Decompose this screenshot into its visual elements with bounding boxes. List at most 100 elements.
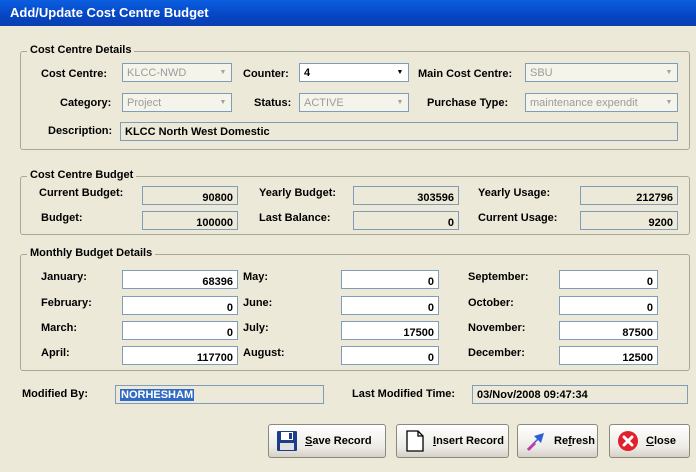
last-balance-label: Last Balance: [259, 212, 331, 224]
current-usage-label: Current Usage: [478, 212, 558, 224]
september-label: September: [468, 271, 529, 283]
current-usage-value: 9200 [648, 217, 673, 229]
chevron-down-icon: ▼ [665, 69, 673, 76]
february-value: 0 [226, 302, 233, 314]
current-budget-label: Current Budget: [39, 187, 124, 199]
close-label: Close [646, 435, 676, 447]
current-usage-field[interactable]: 9200 [580, 211, 678, 230]
category-value: Project [127, 97, 162, 109]
cost-centre-value: KLCC-NWD [127, 67, 187, 79]
chevron-down-icon: ▼ [219, 99, 227, 106]
status-value: ACTIVE [304, 97, 344, 109]
current-budget-field[interactable]: 90800 [142, 186, 238, 205]
close-button[interactable]: Close [609, 424, 690, 458]
purchase-type-combo[interactable]: maintenance expendit ▼ [525, 93, 678, 112]
march-input[interactable]: 0 [122, 321, 238, 340]
cost-centre-combo[interactable]: KLCC-NWD ▼ [122, 63, 232, 82]
last-balance-field[interactable]: 0 [353, 211, 459, 230]
budget-field[interactable]: 100000 [142, 211, 238, 230]
august-value: 0 [427, 352, 434, 364]
cost-centre-budget-legend: Cost Centre Budget [27, 169, 137, 181]
october-input[interactable]: 0 [559, 296, 658, 315]
last-balance-value: 0 [447, 217, 454, 229]
save-record-label: Save Record [305, 435, 372, 447]
main-cost-centre-label: Main Cost Centre: [418, 68, 513, 80]
january-label: January: [41, 271, 87, 283]
december-label: December: [468, 347, 525, 359]
modified-by-field[interactable]: NORHESHAM [115, 385, 324, 404]
counter-value: 4 [304, 67, 311, 79]
september-input[interactable]: 0 [559, 270, 658, 289]
app-window: Add/Update Cost Centre Budget Cost Centr… [0, 0, 696, 472]
april-label: April: [41, 347, 70, 359]
july-value: 17500 [403, 327, 434, 339]
last-modified-field[interactable]: 03/Nov/2008 09:47:34 [472, 385, 688, 404]
may-input[interactable]: 0 [341, 270, 439, 289]
yearly-budget-field[interactable]: 303596 [353, 186, 459, 205]
counter-label: Counter: [243, 68, 289, 80]
june-label: June: [243, 297, 273, 309]
floppy-disk-icon [277, 431, 297, 451]
purchase-type-label: Purchase Type: [427, 97, 509, 109]
category-label: Category: [60, 97, 112, 109]
april-value: 117700 [196, 352, 233, 364]
save-record-button[interactable]: Save Record [268, 424, 386, 458]
august-input[interactable]: 0 [341, 346, 439, 365]
category-combo[interactable]: Project ▼ [122, 93, 232, 112]
status-combo[interactable]: ACTIVE ▼ [299, 93, 409, 112]
yearly-budget-label: Yearly Budget: [259, 187, 337, 199]
november-label: November: [468, 322, 526, 334]
modified-by-label: Modified By: [22, 388, 88, 400]
yearly-usage-label: Yearly Usage: [478, 187, 551, 199]
insert-record-button[interactable]: Insert Record [396, 424, 509, 458]
insert-record-label: Insert Record [433, 435, 504, 447]
counter-combo[interactable]: 4 ▼ [299, 63, 409, 82]
april-input[interactable]: 117700 [122, 346, 238, 365]
yearly-usage-field[interactable]: 212796 [580, 186, 678, 205]
blank-document-icon [406, 430, 424, 452]
january-value: 68396 [202, 276, 233, 288]
last-modified-label: Last Modified Time: [352, 388, 456, 400]
december-value: 12500 [622, 352, 653, 364]
cost-centre-details-legend: Cost Centre Details [27, 44, 135, 56]
description-field[interactable]: KLCC North West Domestic [120, 122, 678, 141]
november-value: 87500 [622, 327, 653, 339]
main-cost-centre-combo[interactable]: SBU ▼ [525, 63, 678, 82]
refresh-label: Refresh [554, 435, 595, 447]
february-label: February: [41, 297, 92, 309]
budget-value: 100000 [196, 217, 233, 229]
yearly-budget-value: 303596 [417, 192, 454, 204]
yearly-usage-value: 212796 [636, 192, 673, 204]
march-value: 0 [226, 327, 233, 339]
refresh-arrows-icon [527, 433, 544, 451]
modified-by-value: NORHESHAM [120, 389, 195, 401]
status-label: Status: [254, 97, 292, 109]
description-value: KLCC North West Domestic [125, 126, 270, 138]
description-label: Description: [48, 125, 113, 137]
last-modified-value: 03/Nov/2008 09:47:34 [477, 389, 588, 401]
window-title: Add/Update Cost Centre Budget [0, 0, 696, 26]
march-label: March: [41, 322, 78, 334]
budget-label: Budget: [41, 212, 83, 224]
cost-centre-label: Cost Centre: [41, 68, 108, 80]
refresh-button[interactable]: Refresh [517, 424, 598, 458]
september-value: 0 [646, 276, 653, 288]
june-value: 0 [427, 302, 434, 314]
june-input[interactable]: 0 [341, 296, 439, 315]
july-input[interactable]: 17500 [341, 321, 439, 340]
august-label: August: [243, 347, 285, 359]
february-input[interactable]: 0 [122, 296, 238, 315]
january-input[interactable]: 68396 [122, 270, 238, 289]
purchase-type-value: maintenance expendit [530, 97, 638, 109]
chevron-down-icon: ▼ [396, 69, 404, 76]
chevron-down-icon: ▼ [665, 99, 673, 106]
october-value: 0 [646, 302, 653, 314]
november-input[interactable]: 87500 [559, 321, 658, 340]
may-value: 0 [427, 276, 434, 288]
may-label: May: [243, 271, 269, 283]
december-input[interactable]: 12500 [559, 346, 658, 365]
october-label: October: [468, 297, 514, 309]
july-label: July: [243, 322, 269, 334]
chevron-down-icon: ▼ [219, 69, 227, 76]
close-red-x-icon [618, 431, 638, 451]
